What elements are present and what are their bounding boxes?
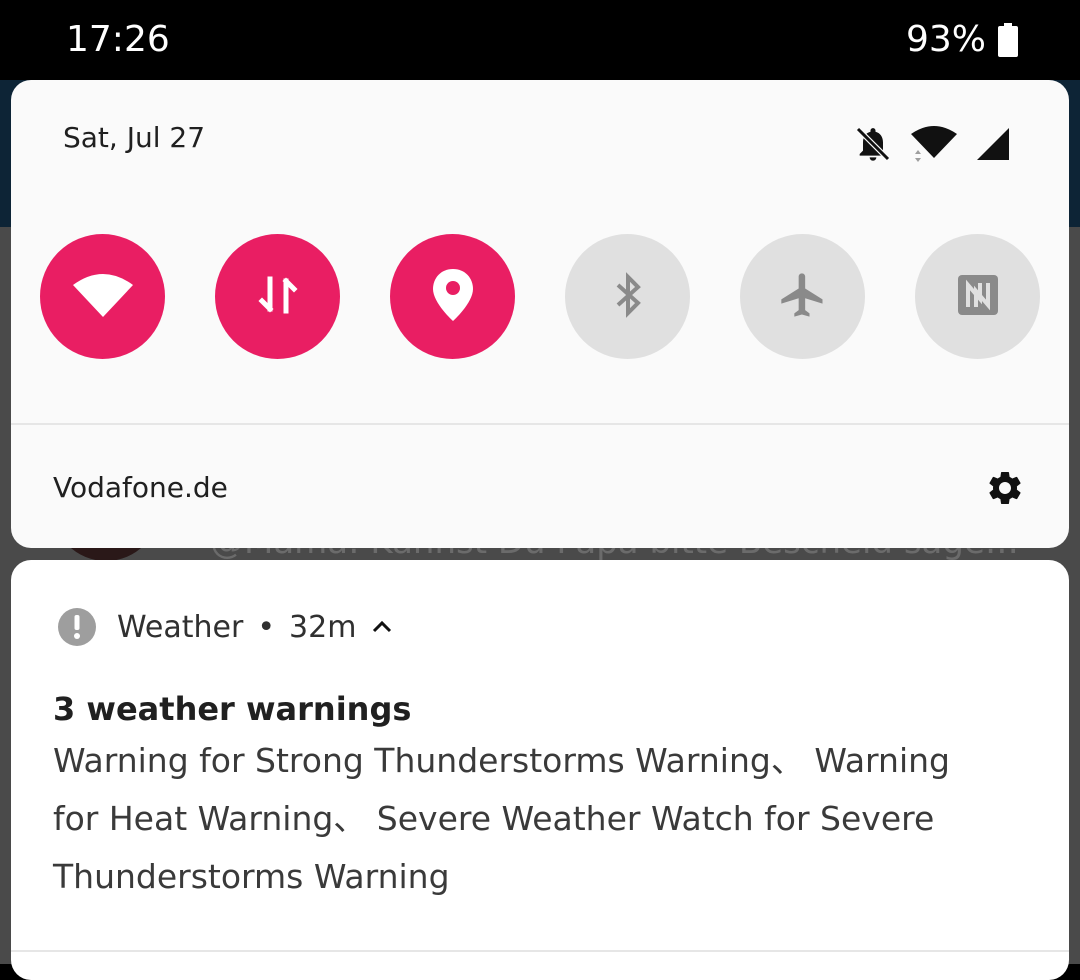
bell-off-icon [853, 124, 893, 168]
qs-divider [11, 423, 1069, 425]
bluetooth-icon [608, 271, 648, 323]
notification-time: 32m [289, 609, 357, 645]
tile-location[interactable] [390, 234, 515, 359]
battery-icon [998, 23, 1018, 57]
alert-icon [57, 607, 97, 647]
quick-settings-panel: Sat, Jul 27 Vodafone.de [11, 80, 1069, 548]
notification-separator: • [257, 609, 276, 645]
tile-nfc[interactable] [915, 234, 1040, 359]
tile-bluetooth[interactable] [565, 234, 690, 359]
battery-percent: 93% [905, 19, 986, 60]
nfc-icon [954, 271, 1002, 323]
cell-signal-icon [975, 126, 1011, 166]
wifi-icon [71, 269, 135, 325]
qs-status-icons [853, 124, 1011, 168]
tile-wifi[interactable] [40, 234, 165, 359]
status-time: 17:26 [66, 19, 170, 60]
tile-airplane-mode[interactable] [740, 234, 865, 359]
notification-header[interactable]: Weather • 32m [57, 606, 394, 648]
weather-notification[interactable]: Weather • 32m 3 weather warnings Warning… [11, 560, 1069, 980]
mobile-data-icon [256, 273, 300, 321]
carrier-name: Vodafone.de [53, 471, 228, 504]
qs-date[interactable]: Sat, Jul 27 [63, 120, 205, 156]
gear-icon [985, 472, 1025, 512]
airplane-icon [777, 269, 829, 325]
status-right: 93% [906, 18, 1018, 62]
notification-divider [11, 950, 1069, 952]
status-bar: 17:26 93% [0, 0, 1080, 80]
wifi-icon [909, 124, 959, 168]
chevron-up-icon[interactable] [370, 615, 394, 639]
notification-body: Warning for Strong Thunderstorms Warning… [53, 741, 950, 896]
tile-mobile-data[interactable] [215, 234, 340, 359]
settings-button[interactable] [985, 468, 1025, 508]
notification-title: 3 weather warnings [53, 690, 412, 728]
location-icon [431, 267, 475, 327]
notification-app-name: Weather [117, 609, 244, 645]
